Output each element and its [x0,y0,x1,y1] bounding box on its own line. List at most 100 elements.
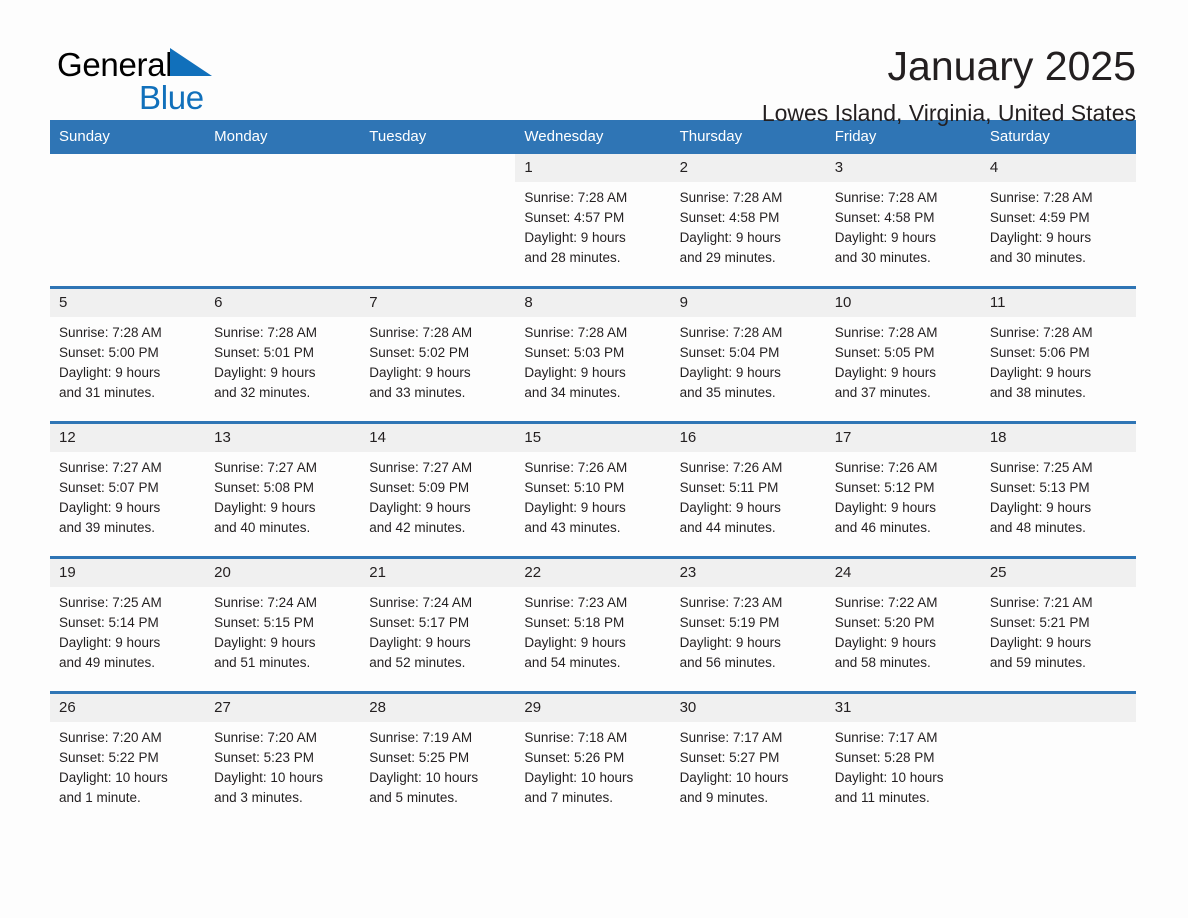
calendar-day-cell[interactable]: 9 Sunrise: 7:28 AM Sunset: 5:04 PM Daylight… [670,286,826,423]
calendar-day-cell[interactable]: 2 Sunrise: 7:28 AM Sunset: 4:58 PM Daylight… [670,154,826,288]
sunrise-text: Sunrise: 7:28 AM [679,190,783,205]
calendar-day-cell[interactable]: 26 Sunrise: 7:20 AM Sunset: 5:22 PM Dayligh… [50,691,206,826]
calendar-day-cell[interactable]: 5 Sunrise: 7:28 AM Sunset: 5:00 PM Daylight… [50,286,206,423]
sunrise-text: Sunrise: 7:24 AM [214,595,317,610]
daylight-text-line1: Daylight: 9 hours [59,365,161,380]
daylight-text-line2: and 58 minutes. [834,655,931,670]
daylight-text-line2: and 5 minutes. [369,790,458,805]
day-details: Sunrise: 7:28 AM Sunset: 4:58 PM Daylight:… [826,182,981,268]
sunrise-text: Sunrise: 7:26 AM [524,460,628,475]
sunrise-text: Sunrise: 7:28 AM [679,325,783,340]
calendar-day-cell[interactable]: 14 Sunrise: 7:27 AM Sunset: 5:09 PM Dayligh… [360,421,516,558]
day-number: 20 [205,559,361,587]
day-number: 18 [980,424,1136,452]
day-number [50,154,205,182]
day-details: Sunrise: 7:24 AM Sunset: 5:15 PM Daylight:… [205,587,360,673]
day-number: 25 [980,559,1136,587]
calendar-day-cell[interactable]: 1 Sunrise: 7:28 AM Sunset: 4:57 PM Daylight… [515,154,671,288]
day-details: Sunrise: 7:23 AM Sunset: 5:18 PM Daylight:… [515,587,670,673]
calendar-day-cell[interactable]: 7 Sunrise: 7:28 AM Sunset: 5:02 PM Daylight… [360,286,516,423]
calendar-day-cell[interactable]: 31 Sunrise: 7:17 AM Sunset: 5:28 PM Dayligh… [825,691,981,826]
calendar-day-cell[interactable]: 19 Sunrise: 7:25 AM Sunset: 5:14 PM Dayligh… [50,556,206,693]
calendar-day-cell[interactable]: 30 Sunrise: 7:17 AM Sunset: 5:27 PM Dayligh… [670,691,826,826]
day-number: 10 [825,289,981,317]
day-number: 29 [515,694,671,722]
daylight-text-line2: and 39 minutes. [59,520,156,535]
sunset-text: Sunset: 5:26 PM [524,750,625,765]
day-details: Sunrise: 7:23 AM Sunset: 5:19 PM Daylight:… [671,587,826,673]
sunset-text: Sunset: 5:25 PM [369,750,470,765]
calendar-day-cell[interactable]: 29 Sunrise: 7:18 AM Sunset: 5:26 PM Dayligh… [515,691,671,826]
calendar-day-cell[interactable]: 8 Sunrise: 7:28 AM Sunset: 5:03 PM Daylight… [515,286,671,423]
sunset-text: Sunset: 5:06 PM [989,345,1090,360]
calendar-day-cell[interactable]: 4 Sunrise: 7:28 AM Sunset: 4:59 PM Daylight… [980,154,1136,288]
calendar-day-cell[interactable]: 20 Sunrise: 7:24 AM Sunset: 5:15 PM Dayligh… [205,556,361,693]
day-details: Sunrise: 7:28 AM Sunset: 5:05 PM Daylight:… [826,317,981,403]
calendar-day-cell[interactable]: 17 Sunrise: 7:26 AM Sunset: 5:12 PM Dayligh… [825,421,981,558]
sunset-text: Sunset: 4:58 PM [679,210,780,225]
sunrise-text: Sunrise: 7:24 AM [369,595,473,610]
day-number: 8 [515,289,671,317]
sunrise-text: Sunrise: 7:23 AM [524,595,628,610]
day-details: Sunrise: 7:17 AM Sunset: 5:27 PM Daylight:… [671,722,826,808]
day-details: Sunrise: 7:26 AM Sunset: 5:10 PM Daylight:… [515,452,670,538]
daylight-text-line1: Daylight: 9 hours [989,500,1092,515]
calendar-day-cell[interactable]: 12 Sunrise: 7:27 AM Sunset: 5:07 PM Dayligh… [50,421,206,558]
day-details: Sunrise: 7:25 AM Sunset: 5:13 PM Daylight:… [981,452,1136,538]
sunrise-text: Sunrise: 7:20 AM [214,730,317,745]
day-number: 11 [980,289,1136,317]
day-number: 30 [670,694,826,722]
daylight-text-line1: Daylight: 9 hours [679,230,781,245]
calendar-day-cell[interactable]: 6 Sunrise: 7:28 AM Sunset: 5:01 PM Daylight… [205,286,361,423]
calendar-week-row: 26 Sunrise: 7:20 AM Sunset: 5:22 PM Dayligh… [50,691,1136,826]
day-details: Sunrise: 7:24 AM Sunset: 5:17 PM Daylight:… [360,587,515,673]
daylight-text-line1: Daylight: 9 hours [524,635,626,650]
weekday-header-sunday: Sunday [50,120,206,154]
sunrise-text: Sunrise: 7:28 AM [989,190,1093,205]
daylight-text-line1: Daylight: 9 hours [989,635,1092,650]
calendar-day-cell[interactable]: 23 Sunrise: 7:23 AM Sunset: 5:19 PM Dayligh… [670,556,826,693]
daylight-text-line2: and 46 minutes. [834,520,931,535]
daylight-text-line2: and 38 minutes. [989,385,1086,400]
sunset-text: Sunset: 5:20 PM [834,615,935,630]
calendar-day-cell[interactable]: 11 Sunrise: 7:28 AM Sunset: 5:06 PM Dayligh… [980,286,1136,423]
day-number: 1 [515,154,671,182]
page-title: January 2025 [887,43,1136,89]
calendar-day-cell[interactable]: 21 Sunrise: 7:24 AM Sunset: 5:17 PM Dayligh… [360,556,516,693]
sunrise-text: Sunrise: 7:23 AM [679,595,783,610]
day-details: Sunrise: 7:17 AM Sunset: 5:28 PM Daylight:… [826,722,981,808]
calendar-day-cell[interactable]: 28 Sunrise: 7:19 AM Sunset: 5:25 PM Dayligh… [360,691,516,826]
daylight-text-line1: Daylight: 9 hours [214,500,316,515]
calendar-day-cell[interactable]: 22 Sunrise: 7:23 AM Sunset: 5:18 PM Dayligh… [515,556,671,693]
day-details: Sunrise: 7:28 AM Sunset: 4:59 PM Daylight:… [981,182,1136,268]
sunset-text: Sunset: 5:03 PM [524,345,625,360]
sunset-text: Sunset: 5:27 PM [679,750,780,765]
calendar-day-cell[interactable]: 24 Sunrise: 7:22 AM Sunset: 5:20 PM Dayligh… [825,556,981,693]
calendar-day-cell[interactable]: 13 Sunrise: 7:27 AM Sunset: 5:08 PM Dayligh… [205,421,361,558]
calendar-empty-cell [980,691,1136,826]
sunset-text: Sunset: 5:15 PM [214,615,314,630]
calendar-day-cell[interactable]: 16 Sunrise: 7:26 AM Sunset: 5:11 PM Dayligh… [670,421,826,558]
logo-general-text: General [57,46,173,83]
calendar-day-cell[interactable]: 27 Sunrise: 7:20 AM Sunset: 5:23 PM Dayligh… [205,691,361,826]
daylight-text-line2: and 52 minutes. [369,655,466,670]
calendar-day-cell[interactable]: 3 Sunrise: 7:28 AM Sunset: 4:58 PM Daylight… [825,154,981,288]
day-details: Sunrise: 7:28 AM Sunset: 5:01 PM Daylight:… [205,317,360,403]
sunrise-text: Sunrise: 7:26 AM [834,460,938,475]
daylight-text-line2: and 30 minutes. [989,250,1086,265]
sunset-text: Sunset: 5:23 PM [214,750,314,765]
calendar-day-cell[interactable]: 25 Sunrise: 7:21 AM Sunset: 5:21 PM Dayligh… [980,556,1136,693]
sunrise-text: Sunrise: 7:17 AM [679,730,783,745]
day-details: Sunrise: 7:28 AM Sunset: 5:02 PM Daylight:… [360,317,515,403]
daylight-text-line2: and 44 minutes. [679,520,776,535]
day-number: 3 [825,154,981,182]
sunrise-text: Sunrise: 7:28 AM [369,325,473,340]
sunrise-text: Sunrise: 7:21 AM [989,595,1093,610]
calendar-day-cell[interactable]: 18 Sunrise: 7:25 AM Sunset: 5:13 PM Dayligh… [980,421,1136,558]
daylight-text-line1: Daylight: 10 hours [524,770,634,785]
weekday-header-monday: Monday [205,120,361,154]
calendar-day-cell[interactable]: 10 Sunrise: 7:28 AM Sunset: 5:05 PM Dayligh… [825,286,981,423]
sunrise-text: Sunrise: 7:27 AM [369,460,473,475]
daylight-text-line1: Daylight: 9 hours [679,500,781,515]
calendar-day-cell[interactable]: 15 Sunrise: 7:26 AM Sunset: 5:10 PM Dayligh… [515,421,671,558]
